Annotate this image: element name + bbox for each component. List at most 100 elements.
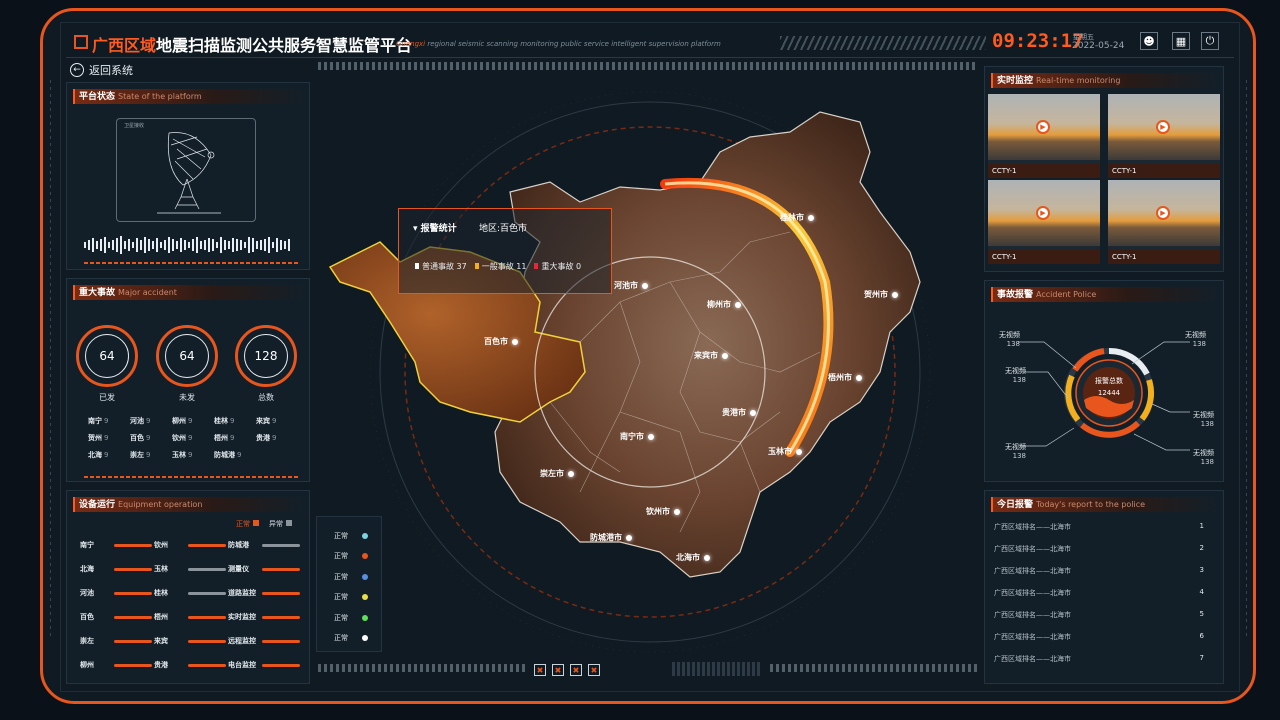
panel-divider [84, 476, 298, 478]
page-subtitle: Guangxi regional seismic scanning monito… [396, 40, 721, 48]
equipment-status-bar [188, 663, 226, 667]
report-row[interactable]: 广西区域排名——北海市 3 [994, 566, 1204, 576]
wave-bar [124, 241, 126, 249]
map-city-marker[interactable]: 柳州市 [707, 299, 741, 310]
wave-bar [176, 241, 178, 249]
camera-feed[interactable]: ▶ CCTY-1 [988, 94, 1100, 178]
left-tick-rail [50, 80, 51, 640]
wave-bar [96, 241, 98, 249]
user-icon: ☻ [1143, 34, 1155, 48]
wave-bar [268, 237, 270, 253]
equipment-status-bar [188, 615, 226, 619]
camera-feed[interactable]: ▶ CCTY-1 [1108, 180, 1220, 264]
wave-bar [220, 237, 222, 253]
map-city-marker[interactable]: 贵港市 [722, 407, 756, 418]
city-count-item: 崇左 9 [130, 451, 151, 459]
header-hatch [780, 36, 986, 50]
camera-caption: CCTY-1 [1108, 164, 1220, 178]
map-city-marker[interactable]: 百色市 [484, 336, 518, 347]
ring-unissued: 64 [156, 325, 218, 387]
back-button[interactable]: ← 返回系统 [70, 62, 133, 78]
ring-label: 未发 [179, 393, 195, 402]
report-row[interactable]: 广西区域排名——北海市 1 [994, 522, 1204, 532]
wave-bar [104, 237, 106, 253]
panel-header: 实时监控 Real-time monitoring [991, 73, 1217, 88]
popup-stats: 普通事故 37 一般事故 11 重大事故 0 [415, 261, 581, 272]
wave-bar [180, 238, 182, 252]
equipment-status-bar [262, 567, 300, 571]
power-icon: ⏻ [1205, 34, 1215, 47]
equipment-legend: 正常 异常 [236, 519, 292, 529]
play-icon[interactable]: ▶ [1156, 206, 1170, 220]
wave-bar [132, 242, 134, 248]
map-city-marker[interactable]: 南宁市 [620, 431, 654, 442]
alarm-popup[interactable]: ▾ 报警统计 地区:百色市 普通事故 37 一般事故 11 重大事故 0 [398, 208, 612, 294]
wave-bar [144, 237, 146, 253]
wave-bar [284, 241, 286, 249]
equipment-item: 桂林 [154, 588, 228, 598]
panel-header: 今日报警 Today's report to the police [991, 497, 1217, 512]
wave-bar [116, 238, 118, 252]
wave-bar [148, 239, 150, 251]
map-city-marker[interactable]: 桂林市 [780, 212, 814, 223]
equipment-item: 南宁 [80, 540, 154, 550]
wave-bar [216, 242, 218, 248]
play-icon[interactable]: ▶ [1036, 120, 1050, 134]
equipment-status-bar [262, 663, 300, 667]
report-row[interactable]: 广西区域排名——北海市 2 [994, 544, 1204, 554]
popup-region: 地区:百色市 [479, 224, 528, 234]
user-button[interactable]: ☻ [1140, 32, 1158, 50]
equipment-item: 河池 [80, 588, 154, 598]
popup-stat: 普通事故 37 [415, 261, 467, 272]
equipment-status-bar [114, 663, 152, 667]
map-city-marker[interactable]: 崇左市 [540, 468, 574, 479]
equipment-status-bar [114, 615, 152, 619]
donut-label: 无视频 138 [999, 331, 1020, 348]
power-button[interactable]: ⏻ [1201, 32, 1219, 50]
report-row[interactable]: 广西区域排名——北海市 7 [994, 654, 1204, 664]
equipment-status-bar [262, 543, 300, 547]
city-count-item: 柳州 9 [172, 417, 193, 425]
wave-bar [204, 240, 206, 250]
camera-caption: CCTY-1 [988, 250, 1100, 264]
camera-feed[interactable]: ▶ CCTY-1 [1108, 94, 1220, 178]
equipment-status-bar [114, 543, 152, 547]
wave-bar [192, 239, 194, 251]
city-count-item: 桂林 9 [214, 417, 235, 425]
image-button[interactable]: ▦ [1172, 32, 1190, 50]
wave-bar [112, 240, 114, 250]
equipment-status-bar [188, 543, 226, 547]
city-count-item: 玉林 9 [172, 451, 193, 459]
wave-bar [232, 238, 234, 252]
map-city-marker[interactable]: 来宾市 [694, 350, 728, 361]
wave-bar [84, 242, 86, 248]
play-icon[interactable]: ▶ [1036, 206, 1050, 220]
ring-label: 已发 [99, 393, 115, 402]
wave-bar [244, 242, 246, 248]
map-city-marker[interactable]: 北海市 [676, 552, 710, 563]
report-row[interactable]: 广西区域排名——北海市 6 [994, 632, 1204, 642]
city-count-item: 贵港 9 [256, 434, 277, 442]
equipment-item: 实时监控 [228, 612, 302, 622]
map-city-marker[interactable]: 河池市 [614, 280, 648, 291]
camera-feed[interactable]: ▶ CCTY-1 [988, 180, 1100, 264]
wave-bar [288, 239, 290, 251]
back-arrow-icon: ← [70, 63, 84, 77]
city-count-item: 南宁 9 [88, 417, 109, 425]
equipment-item: 来宾 [154, 636, 228, 646]
report-row[interactable]: 广西区域排名——北海市 5 [994, 610, 1204, 620]
equipment-item: 远程监控 [228, 636, 302, 646]
map-city-marker[interactable]: 贺州市 [864, 289, 898, 300]
equipment-status-bar [262, 615, 300, 619]
report-row[interactable]: 广西区域排名——北海市 4 [994, 588, 1204, 598]
wave-bar [88, 240, 90, 250]
play-icon[interactable]: ▶ [1156, 120, 1170, 134]
ring-label: 总数 [258, 393, 274, 402]
equipment-status-bar [188, 639, 226, 643]
map-city-marker[interactable]: 钦州市 [646, 506, 680, 517]
map-city-marker[interactable]: 梧州市 [828, 372, 862, 383]
map-city-marker[interactable]: 玉林市 [768, 446, 802, 457]
map-city-marker[interactable]: 防城港市 [590, 532, 632, 543]
city-count-item: 百色 9 [130, 434, 151, 442]
popup-title: ▾ 报警统计 [413, 224, 457, 234]
